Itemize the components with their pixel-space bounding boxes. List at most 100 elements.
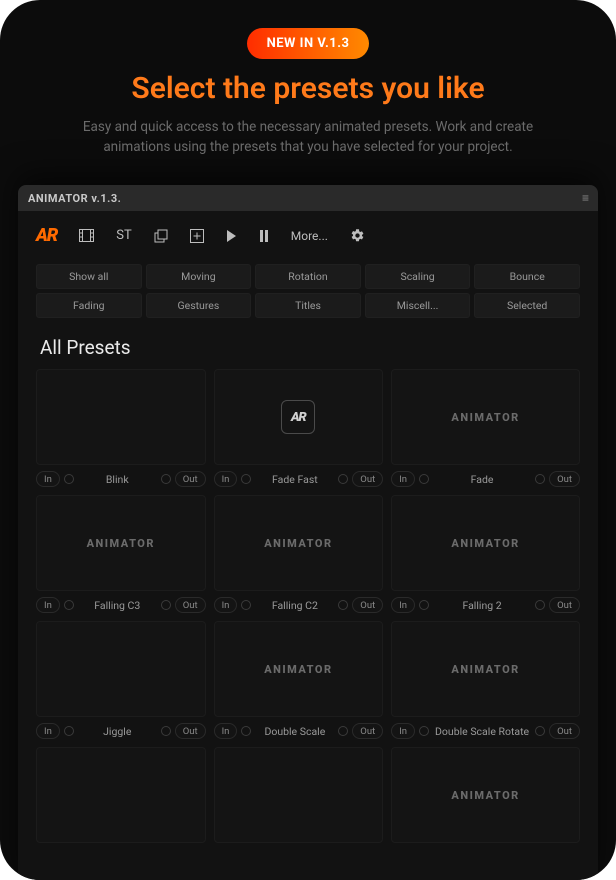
in-radio[interactable]: [241, 726, 251, 736]
preset-thumbnail[interactable]: ANIMATOR: [391, 495, 580, 591]
in-button[interactable]: In: [36, 597, 60, 613]
preset-name: Falling 2: [433, 599, 531, 612]
preset-item: ANIMATOR: [391, 747, 580, 849]
out-button[interactable]: Out: [549, 723, 580, 739]
in-radio[interactable]: [64, 726, 74, 736]
preset-item: ANIMATOR In Falling 2 Out: [391, 495, 580, 613]
category-tab[interactable]: Gestures: [146, 293, 252, 318]
in-radio[interactable]: [241, 600, 251, 610]
in-radio[interactable]: [241, 474, 251, 484]
in-button[interactable]: In: [36, 723, 60, 739]
panel-title: ANIMATOR v.1.3.: [28, 192, 121, 205]
in-radio[interactable]: [64, 600, 74, 610]
out-radio[interactable]: [161, 474, 171, 484]
preset-name: Fade Fast: [255, 473, 334, 486]
headline: Select the presets you like: [0, 71, 616, 106]
out-button[interactable]: Out: [549, 471, 580, 487]
out-button[interactable]: Out: [549, 597, 580, 613]
in-button[interactable]: In: [36, 471, 60, 487]
preset-thumbnail[interactable]: ANIMATOR: [391, 369, 580, 465]
out-radio[interactable]: [535, 474, 545, 484]
category-tab[interactable]: Show all: [36, 264, 142, 289]
preset-bar: In Jiggle Out: [36, 717, 206, 739]
preset-item: ANIMATOR In Double Scale Out: [214, 621, 384, 739]
preset-bar: [391, 843, 580, 849]
layers-icon[interactable]: [154, 229, 168, 243]
in-radio[interactable]: [64, 474, 74, 484]
out-radio[interactable]: [338, 726, 348, 736]
in-button[interactable]: In: [391, 723, 415, 739]
in-button[interactable]: In: [391, 597, 415, 613]
preset-thumbnail[interactable]: ANIMATOR: [36, 495, 206, 591]
preset-thumbnail[interactable]: [36, 621, 206, 717]
preset-thumbnail[interactable]: ANIMATOR: [214, 621, 384, 717]
preset-thumbnail[interactable]: [214, 747, 384, 843]
out-button[interactable]: Out: [175, 597, 206, 613]
preset-bar: [214, 843, 384, 849]
preset-thumbnail[interactable]: ANIMATOR: [214, 495, 384, 591]
preset-bar: [36, 843, 206, 849]
play-icon[interactable]: [226, 230, 237, 242]
out-radio[interactable]: [338, 474, 348, 484]
in-button[interactable]: In: [214, 597, 238, 613]
preset-name: Falling C3: [78, 599, 157, 612]
preset-name: Jiggle: [78, 725, 157, 738]
preset-thumbnail[interactable]: [36, 747, 206, 843]
film-icon[interactable]: [79, 229, 94, 242]
out-button[interactable]: Out: [175, 471, 206, 487]
category-tab[interactable]: Bounce: [474, 264, 580, 289]
panel-menu-icon[interactable]: ≡: [582, 191, 588, 205]
preset-bar: InBlinkOut: [36, 465, 206, 487]
preset-bar: In Double Scale Out: [214, 717, 384, 739]
category-tab[interactable]: Moving: [146, 264, 252, 289]
out-radio[interactable]: [161, 726, 171, 736]
add-icon[interactable]: [190, 229, 204, 243]
in-button[interactable]: In: [214, 723, 238, 739]
preset-item: [214, 747, 384, 849]
preset-bar: In Falling C3 Out: [36, 591, 206, 613]
out-button[interactable]: Out: [352, 723, 383, 739]
preset-thumbnail[interactable]: ANIMATOR: [391, 747, 580, 843]
pause-icon[interactable]: [259, 230, 269, 242]
out-radio[interactable]: [338, 600, 348, 610]
more-button[interactable]: More...: [291, 229, 328, 243]
preset-item: ANIMATOR In Falling C2 Out: [214, 495, 384, 613]
in-radio[interactable]: [419, 726, 429, 736]
category-tab[interactable]: Fading: [36, 293, 142, 318]
out-button[interactable]: Out: [352, 597, 383, 613]
category-tab[interactable]: Scaling: [365, 264, 471, 289]
preset-bar: InDouble Scale RotateOut: [391, 717, 580, 739]
st-button[interactable]: ST: [116, 228, 131, 243]
version-badge: NEW IN V.1.3: [247, 28, 370, 59]
preset-name: Falling C2: [255, 599, 334, 612]
toolbar: AR ST More...: [18, 211, 598, 264]
preset-bar: In Falling C2 Out: [214, 591, 384, 613]
out-button[interactable]: Out: [352, 471, 383, 487]
category-tab[interactable]: Selected: [474, 293, 580, 318]
in-button[interactable]: In: [391, 471, 415, 487]
out-radio[interactable]: [535, 726, 545, 736]
category-tab[interactable]: Rotation: [255, 264, 361, 289]
in-radio[interactable]: [419, 600, 429, 610]
animator-panel: ANIMATOR v.1.3. ≡ AR ST More...: [18, 185, 598, 880]
in-button[interactable]: In: [214, 471, 238, 487]
preset-name: Double Scale: [255, 725, 334, 738]
gear-icon[interactable]: [350, 228, 365, 243]
preset-bar: In Fade Fast Out: [214, 465, 384, 487]
out-radio[interactable]: [535, 600, 545, 610]
preset-thumbnail[interactable]: AR: [214, 369, 384, 465]
section-title: All Presets: [18, 322, 598, 369]
category-tabs: Show allMovingRotationScalingBounce Fadi…: [18, 264, 598, 322]
out-radio[interactable]: [161, 600, 171, 610]
preset-thumbnail[interactable]: ANIMATOR: [391, 621, 580, 717]
subheadline: Easy and quick access to the necessary a…: [78, 118, 538, 157]
preset-name: Fade: [433, 473, 531, 486]
preset-item: [36, 747, 206, 849]
preset-item: ANIMATOR In Falling C3 Out: [36, 495, 206, 613]
in-radio[interactable]: [419, 474, 429, 484]
out-button[interactable]: Out: [175, 723, 206, 739]
category-tab[interactable]: Miscell...: [365, 293, 471, 318]
preset-thumbnail[interactable]: [36, 369, 206, 465]
category-tab[interactable]: Titles: [255, 293, 361, 318]
preset-grid: InBlinkOut AR In Fade Fast Out ANIMATOR In Fade…: [18, 369, 598, 867]
